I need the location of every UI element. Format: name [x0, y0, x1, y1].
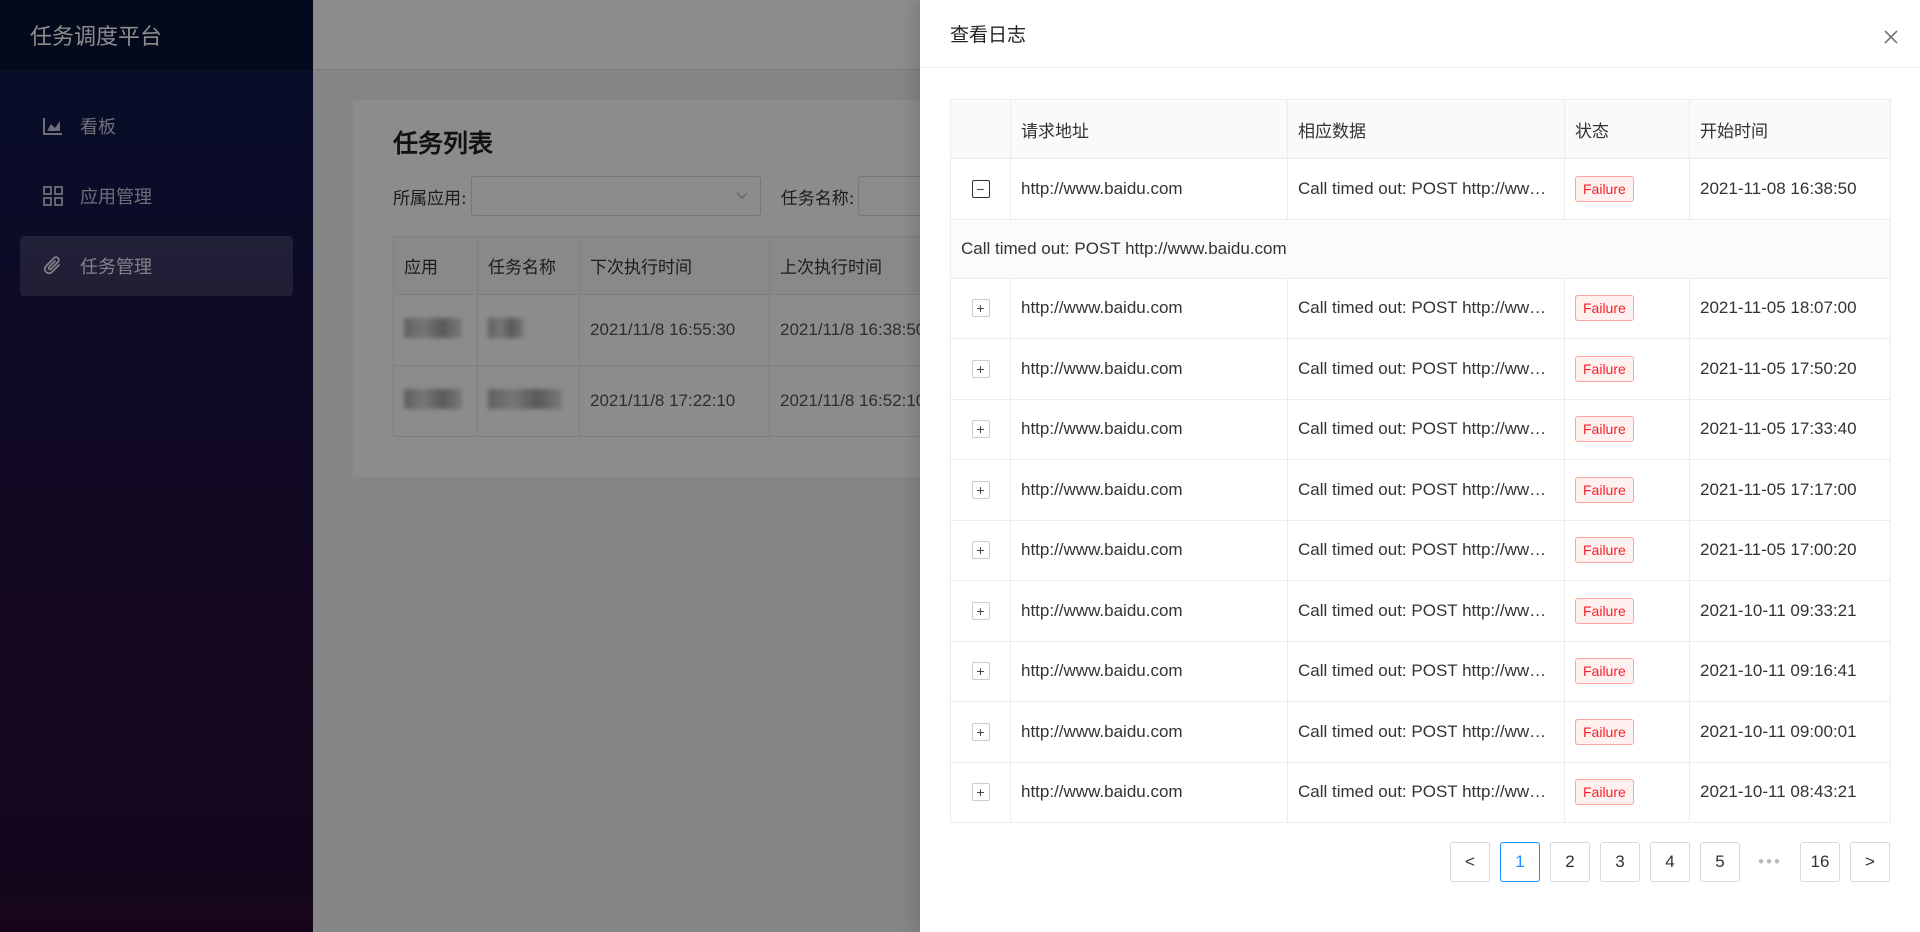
response-data: Call timed out: POST http://www.baidu.co…	[1287, 399, 1565, 460]
status-badge: Failure	[1575, 295, 1634, 322]
close-icon[interactable]	[1880, 26, 1902, 48]
table-row: + http://www.baidu.com Call timed out: POS…	[950, 701, 1891, 763]
page-button-16[interactable]: 16	[1800, 842, 1840, 882]
request-url: http://www.baidu.com	[1010, 520, 1288, 581]
start-time: 2021-11-05 17:00:20	[1689, 520, 1891, 581]
request-url: http://www.baidu.com	[1010, 701, 1288, 763]
table-row: + http://www.baidu.com Call timed out: POS…	[950, 399, 1891, 460]
table-row: − http://www.baidu.com Call timed out: POS…	[950, 158, 1891, 220]
expand-row-button[interactable]: +	[971, 601, 990, 620]
log-table-body: − http://www.baidu.com Call timed out: POS…	[950, 158, 1891, 823]
request-url: http://www.baidu.com	[1010, 459, 1288, 521]
status-badge: Failure	[1575, 416, 1634, 443]
start-time: 2021-11-05 17:17:00	[1689, 459, 1891, 521]
expanded-row-content: Call timed out: POST http://www.baidu.co…	[950, 219, 1891, 279]
status-badge: Failure	[1575, 597, 1634, 624]
column-header: 状态	[1564, 99, 1690, 159]
page-button-4[interactable]: 4	[1650, 842, 1690, 882]
expand-row-button[interactable]: +	[971, 480, 990, 499]
pagination-ellipsis[interactable]: •••	[1750, 842, 1790, 882]
request-url: http://www.baidu.com	[1010, 338, 1288, 400]
start-time: 2021-10-11 09:00:01	[1689, 701, 1891, 763]
status-badge: Failure	[1575, 476, 1634, 503]
start-time: 2021-10-11 09:16:41	[1689, 641, 1891, 702]
table-row: + http://www.baidu.com Call timed out: POS…	[950, 520, 1891, 581]
request-url: http://www.baidu.com	[1010, 278, 1288, 339]
status-badge: Failure	[1575, 658, 1634, 685]
response-data: Call timed out: POST http://www.baidu.co…	[1287, 701, 1565, 763]
column-header: 开始时间	[1689, 99, 1891, 159]
drawer-header: 查看日志	[920, 0, 1920, 68]
expand-row-button[interactable]: +	[971, 783, 990, 802]
start-time: 2021-10-11 09:33:21	[1689, 580, 1891, 642]
request-url: http://www.baidu.com	[1010, 399, 1288, 460]
log-table: 请求地址 相应数据 状态 开始时间 − http://www.baidu.com C…	[950, 99, 1891, 823]
page-button-5[interactable]: 5	[1700, 842, 1740, 882]
response-data: Call timed out: POST http://www.baidu.co…	[1287, 459, 1565, 521]
page-button-1[interactable]: 1	[1500, 842, 1540, 882]
page-button-3[interactable]: 3	[1600, 842, 1640, 882]
column-header-expand	[950, 99, 1011, 159]
start-time: 2021-11-08 16:38:50	[1689, 158, 1891, 220]
request-url: http://www.baidu.com	[1010, 580, 1288, 642]
table-row: + http://www.baidu.com Call timed out: POS…	[950, 278, 1891, 339]
pagination: <1 2 3 4 5 ••• 16 >	[1440, 842, 1890, 882]
status-badge: Failure	[1575, 718, 1634, 745]
request-url: http://www.baidu.com	[1010, 158, 1288, 220]
expand-row-button[interactable]: +	[971, 359, 990, 378]
response-data: Call timed out: POST http://www.baidu.co…	[1287, 520, 1565, 581]
request-url: http://www.baidu.com	[1010, 641, 1288, 702]
expand-row-button[interactable]: +	[971, 722, 990, 741]
next-page-button[interactable]: >	[1850, 842, 1890, 882]
table-row: + http://www.baidu.com Call timed out: POS…	[950, 580, 1891, 642]
drawer-title: 查看日志	[950, 24, 1027, 46]
status-badge: Failure	[1575, 175, 1634, 202]
status-badge: Failure	[1575, 779, 1634, 806]
expand-row-button[interactable]: +	[971, 662, 990, 681]
request-url: http://www.baidu.com	[1010, 762, 1288, 823]
column-header: 请求地址	[1010, 99, 1288, 159]
page-button-2[interactable]: 2	[1550, 842, 1590, 882]
response-data: Call timed out: POST http://www.baidu.co…	[1287, 580, 1565, 642]
expand-row-button[interactable]: +	[971, 299, 990, 318]
start-time: 2021-10-11 08:43:21	[1689, 762, 1891, 823]
expand-row-button[interactable]: +	[971, 420, 990, 439]
collapse-row-button[interactable]: −	[971, 179, 990, 198]
start-time: 2021-11-05 18:07:00	[1689, 278, 1891, 339]
table-row: + http://www.baidu.com Call timed out: POS…	[950, 762, 1891, 823]
prev-page-button[interactable]: <	[1450, 842, 1490, 882]
expanded-row: Call timed out: POST http://www.baidu.co…	[950, 219, 1891, 279]
response-data: Call timed out: POST http://www.baidu.co…	[1287, 158, 1565, 220]
column-header: 相应数据	[1287, 99, 1565, 159]
status-badge: Failure	[1575, 537, 1634, 564]
start-time: 2021-11-05 17:33:40	[1689, 399, 1891, 460]
log-drawer: 查看日志 请求地址 相应数据 状态 开始时间 − http://www.baidu…	[920, 0, 1920, 932]
response-data: Call timed out: POST http://www.baidu.co…	[1287, 338, 1565, 400]
table-row: + http://www.baidu.com Call timed out: POS…	[950, 641, 1891, 702]
response-data: Call timed out: POST http://www.baidu.co…	[1287, 278, 1565, 339]
table-row: + http://www.baidu.com Call timed out: POS…	[950, 338, 1891, 400]
response-data: Call timed out: POST http://www.baidu.co…	[1287, 641, 1565, 702]
expand-row-button[interactable]: +	[971, 541, 990, 560]
status-badge: Failure	[1575, 355, 1634, 382]
table-row: + http://www.baidu.com Call timed out: POS…	[950, 459, 1891, 521]
response-data: Call timed out: POST http://www.baidu.co…	[1287, 762, 1565, 823]
start-time: 2021-11-05 17:50:20	[1689, 338, 1891, 400]
